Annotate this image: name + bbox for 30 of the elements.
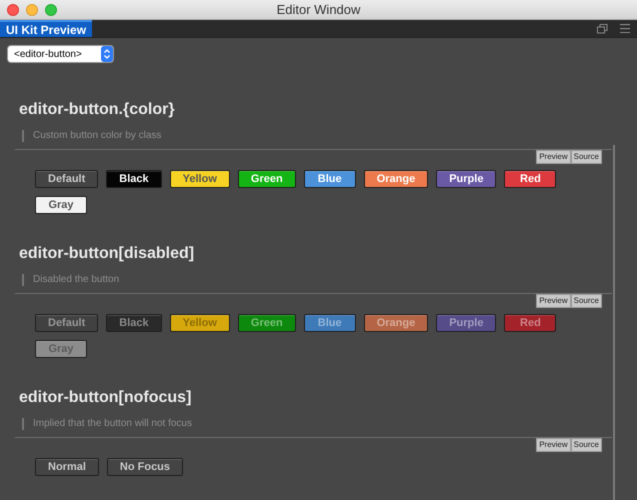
section-heading: editor-button[nofocus]: [18, 388, 192, 408]
preview-tab[interactable]: Preview: [536, 438, 571, 452]
component-select[interactable]: <editor-button>: [8, 46, 113, 62]
close-icon[interactable]: [7, 4, 19, 16]
color-button[interactable]: Default: [35, 170, 98, 188]
preview-tab[interactable]: Preview: [536, 150, 571, 164]
color-button[interactable]: Blue: [304, 170, 356, 188]
section-description: Disabled the button: [33, 273, 120, 287]
section-description: Implied that the button will not focus: [33, 417, 192, 431]
section-heading: editor-button[disabled]: [18, 244, 196, 264]
color-button[interactable]: Yellow: [170, 170, 230, 188]
menu-icon[interactable]: [620, 24, 630, 33]
source-tab[interactable]: Source: [570, 150, 602, 164]
color-button[interactable]: No Focus: [106, 458, 184, 476]
section-heading: editor-button.{color}: [18, 100, 176, 120]
color-button[interactable]: Gray: [35, 196, 87, 214]
source-tab[interactable]: Source: [570, 294, 602, 308]
stepper-icon: [101, 46, 113, 62]
window-restore-icon[interactable]: [597, 24, 608, 34]
section-description: Custom button color by class: [33, 129, 162, 143]
window-title: Editor Window: [276, 0, 360, 19]
color-button[interactable]: Purple: [436, 170, 496, 188]
tab[interactable]: UI Kit Preview: [0, 20, 92, 37]
source-tab[interactable]: Source: [570, 438, 602, 452]
color-button[interactable]: Normal: [35, 458, 99, 476]
color-button[interactable]: Black: [106, 170, 162, 188]
zoom-icon[interactable]: [45, 4, 57, 16]
color-button[interactable]: Red: [504, 170, 556, 188]
minimize-icon[interactable]: [26, 4, 38, 16]
preview-tab[interactable]: Preview: [536, 294, 571, 308]
